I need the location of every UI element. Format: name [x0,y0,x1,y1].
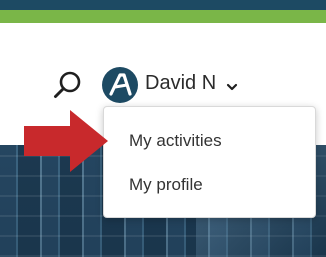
top-bar-green [0,10,326,23]
red-arrow-pointer-icon [24,110,108,172]
user-dropdown-menu: My activities My profile [103,106,316,218]
letter-a-logo-icon [109,73,132,96]
user-name[interactable]: David N [145,72,216,95]
page: David N My activities My profile [0,0,326,257]
search-button[interactable] [52,70,84,102]
chevron-down-icon [226,83,238,91]
menu-item-my-profile[interactable]: My profile [129,175,203,195]
user-menu-toggle[interactable] [225,79,239,91]
avatar[interactable] [102,67,138,103]
search-icon [54,71,81,98]
menu-item-my-activities[interactable]: My activities [129,131,222,151]
top-bar-dark [0,0,326,10]
